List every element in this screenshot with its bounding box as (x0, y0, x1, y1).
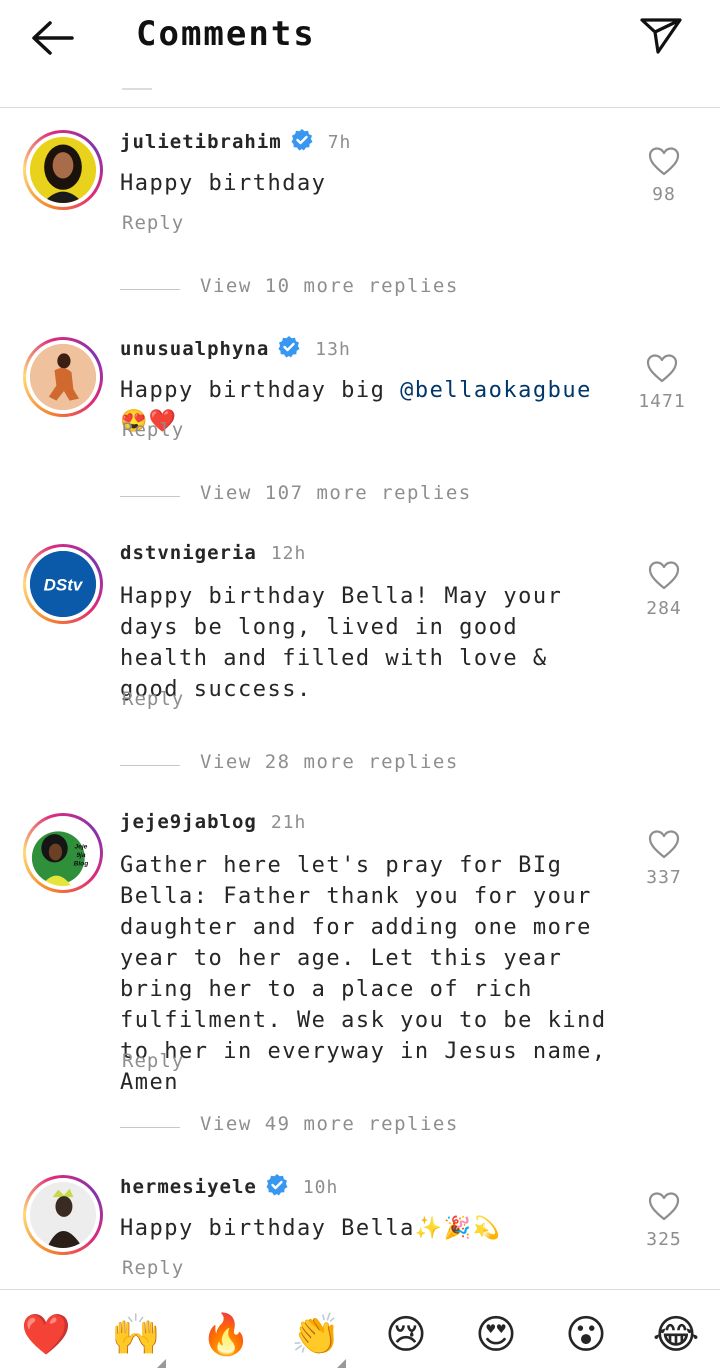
mention-link[interactable]: @bellaokagbue (400, 378, 592, 403)
view-more-label: View 28 more replies (200, 751, 459, 773)
like-count: 1471 (638, 391, 686, 412)
emoji-reaction-bar: ❤️ 🙌 🔥 👏 😢 😍 😮 😂 (0, 1289, 720, 1371)
like-button[interactable]: 284 (632, 560, 696, 619)
comment-text: Happy birthday Bella✨🎉💫 (120, 1216, 502, 1241)
comment-time: 13h (315, 339, 351, 360)
comment-time: 7h (327, 132, 352, 153)
person-photo-icon (30, 1182, 96, 1248)
page-title: Comments (136, 14, 316, 54)
emoji-surprised-face-button[interactable]: 😮 (560, 1310, 612, 1360)
comment-username[interactable]: unusualphyna 13h (120, 335, 351, 360)
like-button[interactable]: 1471 (630, 353, 694, 412)
comment-username[interactable]: jeje9jablog 21h (120, 811, 306, 833)
avatar[interactable] (23, 337, 103, 417)
view-more-label: View 10 more replies (200, 275, 459, 297)
comment-time: 21h (270, 812, 307, 833)
like-count: 284 (646, 598, 682, 619)
comment-text: Happy birthday (120, 171, 327, 196)
skin-tone-indicator-icon (157, 1359, 166, 1368)
svg-text:Jeje: Jeje (74, 843, 87, 850)
divider-line (120, 289, 180, 290)
like-button[interactable]: 325 (632, 1191, 696, 1250)
avatar[interactable]: DStv (23, 544, 103, 624)
emoji-fire-button[interactable]: 🔥 (200, 1310, 252, 1360)
emoji-crying-face-button[interactable]: 😢 (380, 1310, 432, 1360)
reply-button[interactable]: Reply (122, 1257, 184, 1279)
reply-button[interactable]: Reply (122, 1050, 184, 1072)
paper-plane-icon[interactable] (638, 16, 684, 56)
reply-button[interactable]: Reply (122, 212, 184, 234)
emoji-tears-of-joy-button[interactable]: 😂 (650, 1310, 702, 1360)
skin-tone-indicator-icon (337, 1359, 346, 1368)
avatar[interactable]: Jeje 9ja Blog (23, 813, 103, 893)
like-count: 98 (652, 184, 676, 205)
emoji-clapping-hands-glyph: 👏 (291, 1312, 341, 1358)
like-button[interactable]: 337 (632, 829, 696, 888)
emoji-raising-hands-glyph: 🙌 (111, 1312, 161, 1358)
svg-text:9ja: 9ja (76, 852, 85, 859)
comment-text: Happy birthday Bella! May your days be l… (120, 584, 563, 702)
comment-username[interactable]: dstvnigeria 12h (120, 542, 306, 564)
divider-line (120, 496, 180, 497)
emoji-raising-hands-button[interactable]: 🙌 (110, 1310, 166, 1368)
divider-line (120, 765, 180, 766)
view-more-label: View 49 more replies (200, 1113, 459, 1135)
heart-outline-icon (648, 147, 680, 176)
emoji-heart-eyes-button[interactable]: 😍 (470, 1310, 522, 1360)
comments-header: Comments (0, 0, 720, 108)
divider-line (120, 1127, 180, 1128)
comment-username[interactable]: julietibrahim 7h (120, 128, 351, 153)
like-count: 325 (646, 1229, 682, 1250)
heart-outline-icon (648, 830, 680, 859)
heart-outline-icon (648, 561, 680, 590)
comment-text: Happy birthday big @bellaokagbue 😍❤️ (120, 375, 630, 437)
grab-handle (122, 88, 152, 90)
avatar[interactable] (23, 1175, 103, 1255)
verified-badge-icon (291, 129, 313, 151)
blog-logo-icon: Jeje 9ja Blog (30, 820, 96, 886)
emoji-clapping-hands-button[interactable]: 👏 (290, 1310, 346, 1368)
reply-button[interactable]: Reply (122, 688, 184, 710)
like-button[interactable]: 98 (632, 146, 696, 205)
heart-outline-icon (646, 354, 678, 383)
avatar[interactable] (23, 130, 103, 210)
comment-time: 10h (302, 1177, 339, 1198)
verified-badge-icon (278, 336, 300, 358)
svg-text:DStv: DStv (44, 576, 84, 595)
verified-badge-icon (266, 1174, 288, 1196)
comment-username[interactable]: hermesiyele 10h (120, 1173, 338, 1198)
person-photo-icon (30, 344, 96, 410)
reply-button[interactable]: Reply (122, 419, 184, 441)
person-photo-icon (30, 137, 96, 203)
heart-outline-icon (648, 1192, 680, 1221)
view-more-label: View 107 more replies (200, 482, 472, 504)
svg-text:Blog: Blog (74, 860, 89, 867)
emoji-red-heart-button[interactable]: ❤️ (20, 1310, 72, 1360)
dstv-logo-icon: DStv (30, 551, 96, 617)
comment-text: Gather here let's pray for BIg Bella: Fa… (120, 853, 607, 1095)
like-count: 337 (646, 867, 682, 888)
comment-text-prefix: Happy birthday big (120, 378, 401, 403)
comment-time: 12h (270, 543, 307, 564)
arrow-left-icon[interactable] (28, 18, 76, 58)
